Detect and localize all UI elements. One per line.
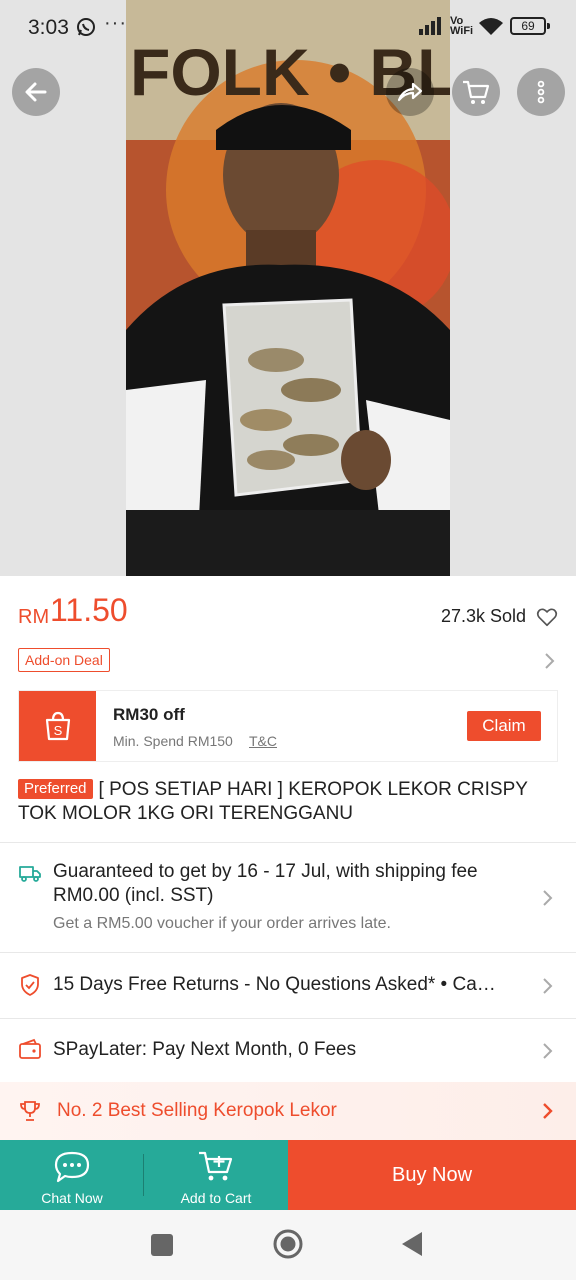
voucher-title: RM30 off bbox=[113, 705, 185, 724]
chevron-right-icon bbox=[545, 653, 555, 669]
battery-icon: 69 bbox=[510, 17, 550, 35]
returns-text: 15 Days Free Returns - No Questions Aske… bbox=[53, 974, 496, 995]
status-bar: 3:03 ··· Vo WiFi 69 bbox=[0, 0, 576, 56]
spaylater-row[interactable]: SPayLater: Pay Next Month, 0 Fees bbox=[0, 1019, 576, 1081]
chevron-right-icon bbox=[543, 1043, 553, 1059]
bottom-action-bar: Chat Now Add to Cart Buy Now bbox=[0, 1140, 576, 1210]
arrow-left-icon bbox=[25, 82, 47, 102]
wallet-icon bbox=[19, 1038, 41, 1059]
add-to-cart-icon bbox=[199, 1151, 233, 1181]
status-time: 3:03 bbox=[28, 16, 69, 39]
chat-now-button[interactable]: Chat Now bbox=[0, 1140, 144, 1210]
home-button[interactable] bbox=[272, 1228, 304, 1260]
chevron-right-icon bbox=[543, 890, 553, 906]
system-back-button[interactable] bbox=[400, 1230, 424, 1258]
share-button[interactable] bbox=[386, 68, 434, 116]
chevron-right-icon bbox=[543, 1103, 553, 1119]
voucher-card: S RM30 off Min. Spend RM150 T&C Claim bbox=[18, 690, 558, 762]
product-title-text: [ POS SETIAP HARI ] KEROPOK LEKOR CRISPY… bbox=[18, 779, 528, 824]
product-image-gallery[interactable]: FOLK • BLUES bbox=[0, 0, 576, 576]
price-row: RM 11.50 27.3k Sold bbox=[18, 592, 558, 636]
sold-count: 27.3k Sold bbox=[440, 606, 526, 626]
spaylater-text: SPayLater: Pay Next Month, 0 Fees bbox=[53, 1039, 357, 1060]
back-button[interactable] bbox=[12, 68, 60, 116]
price-value: 11.50 bbox=[50, 592, 128, 628]
status-more-icon: ··· bbox=[104, 12, 127, 34]
shipping-row[interactable]: Guaranteed to get by 16 - 17 Jul, with s… bbox=[0, 843, 576, 951]
returns-row[interactable]: 15 Days Free Returns - No Questions Aske… bbox=[0, 953, 576, 1017]
svg-text:S: S bbox=[54, 723, 63, 738]
shipping-text: Guaranteed to get by 16 - 17 Jul, with s… bbox=[53, 861, 478, 906]
shopping-cart-icon bbox=[463, 80, 490, 104]
addon-deal-badge: Add-on Deal bbox=[18, 648, 110, 672]
best-selling-banner[interactable]: No. 2 Best Selling Keropok Lekor bbox=[0, 1082, 576, 1140]
add-to-cart-label: Add to Cart bbox=[180, 1190, 252, 1206]
best-selling-text: No. 2 Best Selling Keropok Lekor bbox=[57, 1100, 337, 1121]
heart-icon[interactable] bbox=[536, 606, 558, 628]
buy-now-button[interactable]: Buy Now bbox=[288, 1140, 576, 1210]
vowifi-label: Vo WiFi bbox=[450, 15, 474, 37]
chevron-right-icon bbox=[543, 978, 553, 994]
wifi-icon bbox=[479, 18, 503, 35]
product-title: Preferred[ POS SETIAP HARI ] KEROPOK LEK… bbox=[18, 778, 558, 826]
add-to-cart-button[interactable]: Add to Cart bbox=[144, 1140, 288, 1210]
claim-button[interactable]: Claim bbox=[467, 711, 541, 741]
signal-icon bbox=[419, 17, 441, 35]
recent-apps-button[interactable] bbox=[151, 1234, 173, 1256]
shipping-subtext: Get a RM5.00 voucher if your order arriv… bbox=[53, 915, 391, 932]
more-options-button[interactable] bbox=[517, 68, 565, 116]
trophy-icon bbox=[20, 1101, 40, 1121]
voucher-tc-link[interactable]: T&C bbox=[249, 733, 277, 749]
whatsapp-icon bbox=[77, 18, 95, 36]
more-vertical-icon bbox=[537, 80, 545, 104]
system-nav-bar bbox=[0, 1210, 576, 1280]
chat-now-label: Chat Now bbox=[41, 1190, 103, 1206]
addon-deal-row[interactable]: Add-on Deal bbox=[18, 648, 558, 674]
chat-icon bbox=[54, 1151, 90, 1183]
cart-button[interactable] bbox=[452, 68, 500, 116]
voucher-min-spend: Min. Spend RM150 bbox=[113, 733, 233, 749]
shield-check-icon bbox=[21, 974, 39, 996]
voucher-stub: S bbox=[19, 691, 96, 761]
truck-icon bbox=[19, 866, 41, 882]
price-currency: RM bbox=[18, 606, 50, 628]
share-icon bbox=[397, 82, 423, 102]
preferred-badge: Preferred bbox=[18, 779, 93, 799]
shopee-bag-icon: S bbox=[45, 711, 71, 741]
